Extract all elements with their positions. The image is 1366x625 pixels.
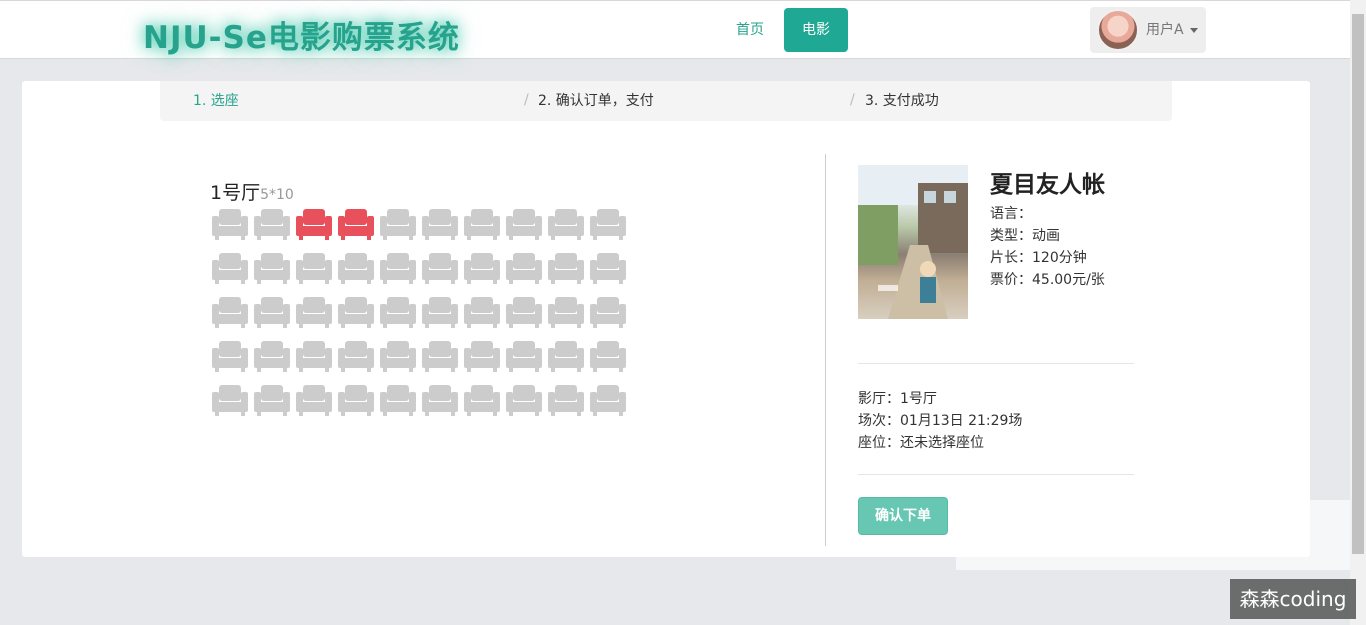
seat-icon[interactable]	[421, 383, 463, 427]
seat-icon[interactable]	[379, 383, 421, 427]
divider	[858, 363, 1134, 364]
seat-icon[interactable]	[211, 207, 253, 251]
caret-down-icon	[1190, 28, 1198, 33]
seat-icon[interactable]	[421, 207, 463, 251]
movie-poster	[858, 165, 968, 319]
site-logo[interactable]: NJU-Se电影购票系统	[143, 12, 460, 57]
seat-icon[interactable]	[463, 295, 505, 339]
nav-home-link[interactable]: 首页	[719, 9, 781, 51]
step-select-seat: 1. 选座	[193, 93, 239, 109]
seat-icon[interactable]	[463, 383, 505, 427]
order-showtime: 场次：01月13日 21:29场	[858, 413, 1023, 429]
seat-selection-card: 1. 选座 / 2. 确认订单，支付 / 3. 支付成功 1号厅5*10 夏目友…	[22, 81, 1310, 557]
seat-icon[interactable]	[295, 295, 337, 339]
seat-icon[interactable]	[463, 207, 505, 251]
seat-icon[interactable]	[337, 295, 379, 339]
seat-icon[interactable]	[253, 251, 295, 295]
page-scrollbar[interactable]	[1350, 0, 1366, 625]
seat-icon[interactable]	[547, 295, 589, 339]
seat-icon[interactable]	[295, 339, 337, 383]
seat-icon[interactable]	[253, 207, 295, 251]
seat-icon[interactable]	[589, 251, 631, 295]
movie-title: 夏目友人帐	[990, 172, 1105, 198]
movie-price: 票价：45.00元/张	[990, 272, 1105, 288]
progress-steps: 1. 选座 / 2. 确认订单，支付 / 3. 支付成功	[160, 81, 1172, 121]
seat-icon[interactable]	[547, 207, 589, 251]
seat-icon[interactable]	[337, 339, 379, 383]
seat-icon[interactable]	[379, 295, 421, 339]
seat-grid	[211, 207, 631, 427]
overlay-fog	[956, 500, 1350, 570]
seat-icon[interactable]	[505, 251, 547, 295]
seat-icon[interactable]	[253, 339, 295, 383]
seat-icon[interactable]	[337, 207, 379, 251]
step-confirm-pay: 2. 确认订单，支付	[538, 93, 654, 109]
movie-language: 语言：	[990, 206, 1032, 222]
seat-icon[interactable]	[505, 383, 547, 427]
seat-icon[interactable]	[463, 339, 505, 383]
hall-name: 1号厅	[210, 182, 261, 204]
seat-icon[interactable]	[337, 383, 379, 427]
seat-icon[interactable]	[211, 295, 253, 339]
seat-icon[interactable]	[379, 251, 421, 295]
seat-icon[interactable]	[547, 339, 589, 383]
seat-icon[interactable]	[505, 207, 547, 251]
divider	[858, 474, 1134, 475]
seat-icon[interactable]	[379, 339, 421, 383]
seat-icon[interactable]	[379, 207, 421, 251]
top-navbar: NJU-Se电影购票系统 首页 电影 用户A	[0, 0, 1350, 59]
seat-icon[interactable]	[421, 295, 463, 339]
seat-icon[interactable]	[295, 251, 337, 295]
nav-movie-link[interactable]: 电影	[784, 8, 848, 52]
seat-icon[interactable]	[295, 383, 337, 427]
seat-icon[interactable]	[589, 339, 631, 383]
movie-genre: 类型：动画	[990, 228, 1060, 244]
seat-icon[interactable]	[547, 383, 589, 427]
seat-icon[interactable]	[253, 383, 295, 427]
step-separator: /	[850, 92, 855, 108]
seat-icon[interactable]	[421, 339, 463, 383]
seat-icon[interactable]	[337, 251, 379, 295]
seat-icon[interactable]	[589, 295, 631, 339]
scroll-thumb[interactable]	[1352, 14, 1364, 554]
step-separator: /	[524, 92, 529, 108]
hall-title: 1号厅5*10	[210, 178, 294, 205]
avatar	[1097, 9, 1139, 51]
order-hall: 影厅：1号厅	[858, 391, 937, 407]
confirm-order-button[interactable]: 确认下单	[858, 497, 948, 535]
watermark: 森森coding	[1230, 579, 1356, 619]
step-pay-success: 3. 支付成功	[865, 93, 939, 109]
seat-icon[interactable]	[547, 251, 589, 295]
seat-icon[interactable]	[211, 339, 253, 383]
movie-duration: 片长：120分钟	[990, 250, 1087, 266]
seat-icon[interactable]	[211, 383, 253, 427]
hall-size: 5*10	[260, 187, 294, 203]
user-menu-dropdown[interactable]: 用户A	[1090, 7, 1206, 53]
seat-icon[interactable]	[505, 295, 547, 339]
seat-icon[interactable]	[505, 339, 547, 383]
seat-icon[interactable]	[295, 207, 337, 251]
seat-icon[interactable]	[421, 251, 463, 295]
seat-icon[interactable]	[589, 383, 631, 427]
seat-icon[interactable]	[253, 295, 295, 339]
user-name: 用户A	[1146, 22, 1184, 38]
order-seats: 座位：还未选择座位	[858, 435, 984, 451]
seat-icon[interactable]	[211, 251, 253, 295]
seat-icon[interactable]	[463, 251, 505, 295]
seat-icon[interactable]	[589, 207, 631, 251]
vertical-divider	[825, 154, 826, 546]
